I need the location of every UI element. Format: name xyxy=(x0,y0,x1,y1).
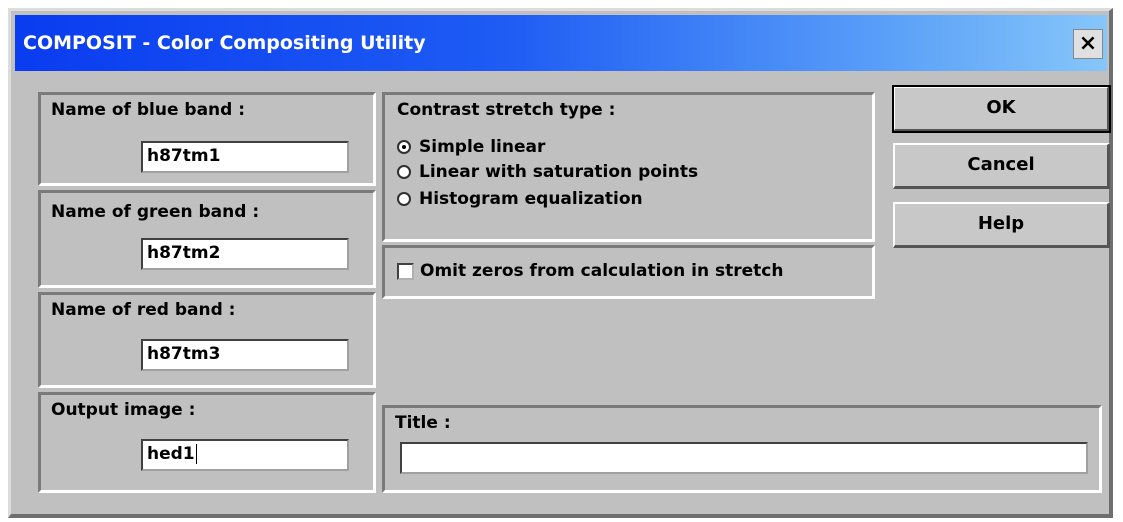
contrast-stretch-label: Contrast stretch type : xyxy=(397,100,616,120)
omit-zeros-checkbox[interactable] xyxy=(397,263,414,280)
title-panel: Title : xyxy=(382,405,1102,493)
radio-unselected-icon xyxy=(397,165,411,179)
omit-zeros-checkbox-row[interactable]: Omit zeros from calculation in stretch xyxy=(397,261,857,283)
blue-band-label: Name of blue band : xyxy=(51,100,246,120)
red-band-input[interactable]: h87tm3 xyxy=(141,339,349,371)
help-button[interactable]: Help xyxy=(893,202,1110,248)
title-bar[interactable]: COMPOSIT - Color Compositing Utility × xyxy=(15,15,1107,71)
radio-unselected-icon xyxy=(397,192,411,206)
red-band-label: Name of red band : xyxy=(51,300,236,320)
blue-band-panel: Name of blue band : h87tm1 xyxy=(38,92,376,186)
title-label: Title : xyxy=(395,413,451,433)
radio-simple-linear-label: Simple linear xyxy=(419,137,546,157)
blue-band-input[interactable]: h87tm1 xyxy=(141,141,349,173)
contrast-stretch-panel: Contrast stretch type : Simple linear Li… xyxy=(382,92,875,242)
red-band-panel: Name of red band : h87tm3 xyxy=(38,292,376,388)
ok-button[interactable]: OK xyxy=(892,85,1111,133)
cancel-button[interactable]: Cancel xyxy=(893,143,1110,189)
text-cursor xyxy=(195,444,197,464)
radio-histogram-equalization[interactable]: Histogram equalization xyxy=(397,189,797,211)
output-image-value: hed1 xyxy=(147,444,195,464)
green-band-input[interactable]: h87tm2 xyxy=(141,238,349,270)
radio-linear-saturation[interactable]: Linear with saturation points xyxy=(397,162,797,184)
omit-zeros-label: Omit zeros from calculation in stretch xyxy=(420,261,784,281)
radio-histogram-equalization-label: Histogram equalization xyxy=(419,189,643,209)
radio-simple-linear[interactable]: Simple linear xyxy=(397,137,797,159)
composit-dialog: COMPOSIT - Color Compositing Utility × N… xyxy=(8,8,1113,518)
close-icon[interactable]: × xyxy=(1073,29,1103,59)
omit-zeros-panel: Omit zeros from calculation in stretch xyxy=(382,245,875,299)
green-band-panel: Name of green band : h87tm2 xyxy=(38,190,376,288)
title-input[interactable] xyxy=(400,442,1088,474)
radio-linear-saturation-label: Linear with saturation points xyxy=(419,162,699,182)
window-title: COMPOSIT - Color Compositing Utility xyxy=(23,32,426,54)
output-image-panel: Output image : hed1 xyxy=(38,392,376,493)
output-image-label: Output image : xyxy=(51,400,196,420)
output-image-input[interactable]: hed1 xyxy=(141,439,349,471)
radio-selected-icon xyxy=(397,140,411,154)
green-band-label: Name of green band : xyxy=(51,202,260,222)
